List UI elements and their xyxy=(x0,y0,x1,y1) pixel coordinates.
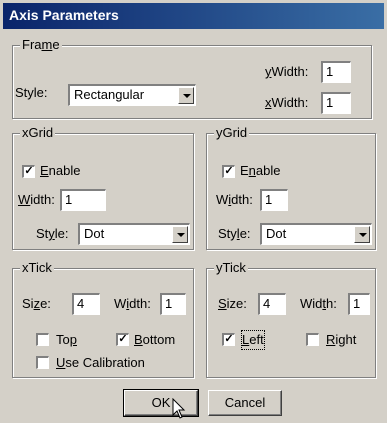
xtick-top-checkbox[interactable] xyxy=(36,333,49,346)
chevron-down-icon[interactable] xyxy=(354,226,370,243)
xgrid-group-label: xGrid xyxy=(20,125,56,141)
xgrid-style-label: Style: xyxy=(36,226,69,241)
frame-group: Frame xyxy=(12,37,372,119)
ywidth-label: yWidth: xyxy=(265,64,309,79)
xtick-size-input[interactable]: 4 xyxy=(72,293,100,315)
frame-style-label: Style: xyxy=(15,85,48,100)
xwidth-input[interactable]: 1 xyxy=(321,92,351,114)
ygrid-group-label: yGrid xyxy=(214,125,250,141)
mouse-cursor-icon xyxy=(172,398,186,419)
xtick-bottom-checkbox[interactable]: ✓ xyxy=(116,333,129,346)
ytick-left-checkbox[interactable]: ✓ xyxy=(222,333,235,346)
xgrid-enable-label: Enable xyxy=(40,163,81,178)
ygrid-style-label: Style: xyxy=(218,226,251,241)
xgrid-width-label: Width: xyxy=(18,192,55,207)
ygrid-enable-label: Enable xyxy=(240,163,281,178)
ygrid-width-input[interactable]: 1 xyxy=(260,189,288,211)
xtick-calibration-checkbox[interactable] xyxy=(36,356,49,369)
xtick-size-label: Size: xyxy=(22,296,51,311)
xtick-bottom-label: Bottom xyxy=(134,332,176,347)
ytick-left-label: Left xyxy=(241,330,265,350)
chevron-down-icon[interactable] xyxy=(178,87,194,104)
ytick-right-label: Right xyxy=(326,332,357,347)
window-title: Axis Parameters xyxy=(9,7,119,23)
xgrid-style-select[interactable]: Dot xyxy=(78,223,190,245)
frame-group-label: Frame xyxy=(20,37,62,53)
frame-style-select[interactable]: Rectangular xyxy=(68,84,196,106)
ygrid-style-value: Dot xyxy=(266,226,287,241)
ytick-right-checkbox[interactable] xyxy=(306,333,319,346)
ytick-width-input[interactable]: 1 xyxy=(348,293,370,315)
ytick-size-input[interactable]: 4 xyxy=(258,293,286,315)
ytick-group: yTick xyxy=(206,260,376,378)
frame-style-value: Rectangular xyxy=(74,87,145,102)
ytick-size-label: Size: xyxy=(218,296,247,311)
xtick-width-label: Width: xyxy=(114,296,151,311)
xtick-group-label: xTick xyxy=(20,260,54,276)
ygrid-style-select[interactable]: Dot xyxy=(260,223,372,245)
ok-button[interactable]: OK xyxy=(123,389,199,417)
xwidth-label: xWidth: xyxy=(265,95,309,110)
ygrid-enable-checkbox[interactable]: ✓ xyxy=(222,165,235,178)
chevron-down-icon[interactable] xyxy=(172,226,188,243)
xtick-width-input[interactable]: 1 xyxy=(160,293,186,315)
ywidth-input[interactable]: 1 xyxy=(321,61,351,83)
cancel-button[interactable]: Cancel xyxy=(208,390,282,416)
title-bar[interactable]: Axis Parameters xyxy=(3,3,384,29)
xtick-top-label: Top xyxy=(56,332,77,347)
xgrid-width-input[interactable]: 1 xyxy=(60,189,106,211)
ygrid-width-label: Width: xyxy=(216,192,253,207)
ytick-width-label: Width: xyxy=(300,296,337,311)
xgrid-style-value: Dot xyxy=(84,226,105,241)
axis-parameters-dialog: Axis Parameters Frame Style: Rectangular… xyxy=(0,0,387,423)
ytick-group-label: yTick xyxy=(214,260,248,276)
xgrid-enable-checkbox[interactable]: ✓ xyxy=(22,165,35,178)
xtick-calibration-label: Use Calibration xyxy=(56,355,145,370)
